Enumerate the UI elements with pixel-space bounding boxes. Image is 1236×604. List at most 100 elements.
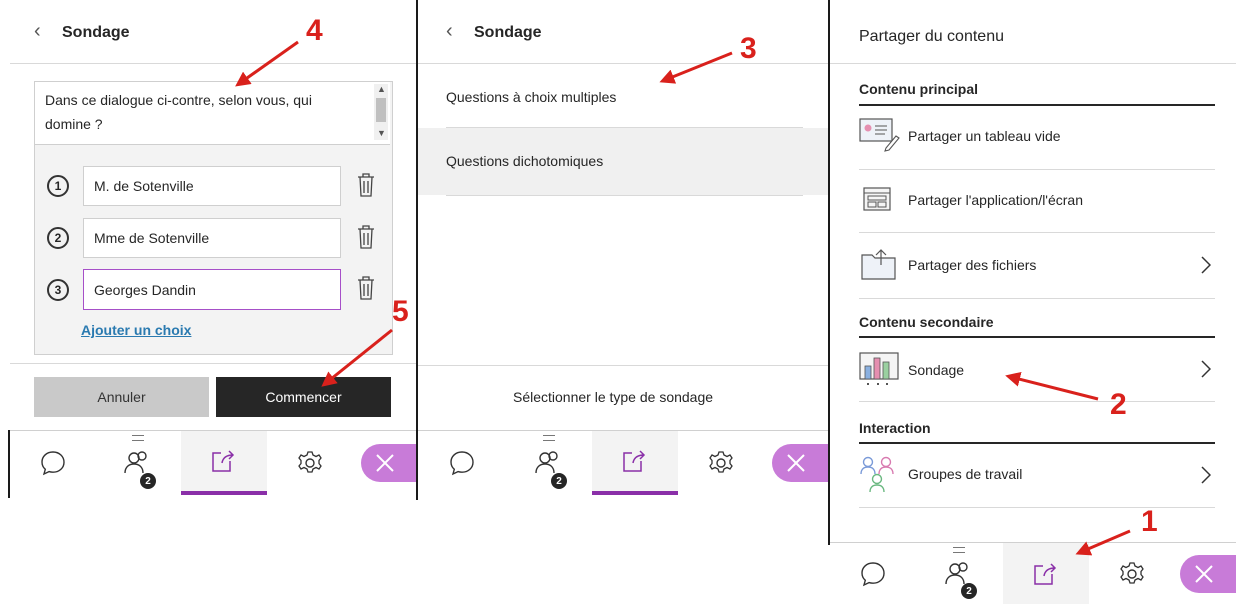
drag-handle-icon[interactable] (953, 547, 965, 553)
breakout-groups-label: Groupes de travail (908, 466, 1023, 482)
chat-button[interactable] (830, 543, 915, 604)
poll-item[interactable]: Sondage (859, 338, 1215, 400)
drag-handle-icon[interactable] (132, 435, 144, 441)
participants-count-badge: 2 (961, 583, 977, 599)
option-dichotomous[interactable]: Questions dichotomiques (418, 128, 828, 195)
item-divider (859, 507, 1215, 508)
section-interaction-heading: Interaction (859, 420, 931, 436)
share-icon (1034, 562, 1057, 585)
question-textarea[interactable]: Dans ce dialogue ci-contre, selon vous, … (35, 82, 390, 145)
item-divider (859, 298, 1215, 299)
footer-divider (10, 363, 417, 364)
annotation-label-4: 4 (306, 14, 323, 47)
close-panel-button[interactable] (361, 444, 417, 482)
bottom-toolbar: 2 (418, 430, 828, 495)
header-divider (10, 63, 417, 64)
choice-input-3[interactable]: Georges Dandin (83, 269, 341, 310)
trash-icon[interactable] (356, 224, 376, 250)
footer-divider (418, 365, 828, 366)
poll-label: Sondage (908, 362, 965, 378)
app-window-icon (863, 187, 891, 211)
share-content-button[interactable] (181, 431, 267, 495)
chevron-right-icon (1201, 360, 1211, 378)
option-label: Questions dichotomiques (446, 153, 604, 169)
panel-title: Sondage (474, 24, 542, 41)
share-content-button[interactable] (592, 431, 678, 495)
settings-button[interactable] (678, 431, 764, 495)
whiteboard-icon (859, 118, 900, 152)
chat-button[interactable] (418, 431, 506, 495)
close-icon (787, 454, 805, 472)
poll-type-panel: ‹ Sondage Questions à choix multiples Qu… (418, 0, 828, 500)
breakout-groups-item[interactable]: Groupes de travail (859, 444, 1215, 506)
share-icon (212, 450, 235, 472)
bottom-toolbar: 2 (830, 542, 1236, 604)
scroll-up-icon[interactable]: ▲ (377, 84, 386, 94)
gear-icon (298, 451, 322, 473)
close-panel-button[interactable] (1180, 555, 1236, 593)
cancel-button[interactable]: Annuler (34, 377, 209, 417)
poll-type-hint: Sélectionner le type de sondage (513, 389, 714, 405)
settings-button[interactable] (1089, 543, 1175, 604)
start-button[interactable]: Commencer (216, 377, 391, 417)
gear-icon (709, 451, 733, 473)
poll-chart-icon (859, 352, 899, 385)
settings-button[interactable] (267, 431, 353, 495)
scroll-down-icon[interactable]: ▼ (377, 128, 386, 138)
option-label: Questions à choix multiples (446, 89, 617, 105)
share-whiteboard-item[interactable]: Partager un tableau vide (859, 106, 1215, 168)
scroll-thumb[interactable] (376, 98, 386, 122)
item-divider (859, 401, 1215, 402)
panel-border-left (8, 430, 10, 498)
close-icon (376, 454, 394, 472)
section-main-heading: Contenu principal (859, 81, 978, 97)
chat-bubble-icon (860, 561, 885, 586)
share-whiteboard-label: Partager un tableau vide (908, 128, 1061, 144)
header-divider (830, 63, 1236, 64)
trash-icon[interactable] (356, 172, 376, 198)
choice-number-2: 2 (47, 227, 69, 249)
choice-number-3: 3 (47, 279, 69, 301)
groups-icon (860, 456, 894, 493)
chat-bubble-icon (450, 451, 474, 476)
choice-number-1: 1 (47, 175, 69, 197)
drag-handle-icon[interactable] (543, 435, 555, 441)
start-label: Commencer (265, 389, 342, 405)
share-icon (623, 450, 646, 472)
trash-icon[interactable] (356, 275, 376, 301)
textarea-scrollbar[interactable]: ▲ ▼ (374, 84, 388, 140)
section-secondary-heading: Contenu secondaire (859, 314, 994, 330)
option-divider (446, 195, 803, 196)
back-chevron-icon[interactable]: ‹ (446, 20, 453, 43)
option-multiple-choice[interactable]: Questions à choix multiples (418, 64, 828, 127)
close-panel-button[interactable] (772, 444, 828, 482)
participants-button[interactable]: 2 (95, 431, 181, 495)
panel-title: Partager du contenu (859, 28, 1004, 45)
chevron-right-icon (1201, 256, 1211, 274)
share-files-label: Partager des fichiers (908, 257, 1037, 273)
gear-icon (1120, 561, 1144, 584)
share-app-item[interactable]: Partager l'application/l'écran (859, 170, 1215, 232)
chat-bubble-icon (40, 451, 65, 476)
poll-editor-panel: ‹ Sondage Dans ce dialogue ci-contre, se… (0, 0, 417, 500)
participants-button[interactable]: 2 (915, 543, 1003, 604)
add-choice-link[interactable]: Ajouter un choix (81, 322, 191, 338)
share-content-button[interactable] (1003, 543, 1089, 604)
folder-upload-icon (861, 249, 896, 280)
choice-input-1[interactable]: M. de Sotenville (83, 166, 341, 206)
back-chevron-icon[interactable]: ‹ (34, 20, 41, 43)
choice-input-2[interactable]: Mme de Sotenville (83, 218, 341, 258)
participants-count-badge: 2 (551, 473, 567, 489)
question-line-1: Dans ce dialogue ci-contre, selon vous, … (45, 92, 312, 108)
annotation-label-1: 1 (1141, 505, 1158, 538)
share-files-item[interactable]: Partager des fichiers (859, 233, 1215, 297)
annotation-label-2: 2 (1110, 388, 1127, 421)
participants-count-badge: 2 (140, 473, 156, 489)
close-icon (1195, 565, 1213, 583)
participants-button[interactable]: 2 (506, 431, 592, 495)
share-app-label: Partager l'application/l'écran (908, 192, 1083, 208)
chat-button[interactable] (10, 431, 95, 495)
question-line-2: domine ? (45, 116, 103, 132)
annotation-label-3: 3 (740, 32, 757, 65)
panel-title: Sondage (62, 24, 130, 41)
